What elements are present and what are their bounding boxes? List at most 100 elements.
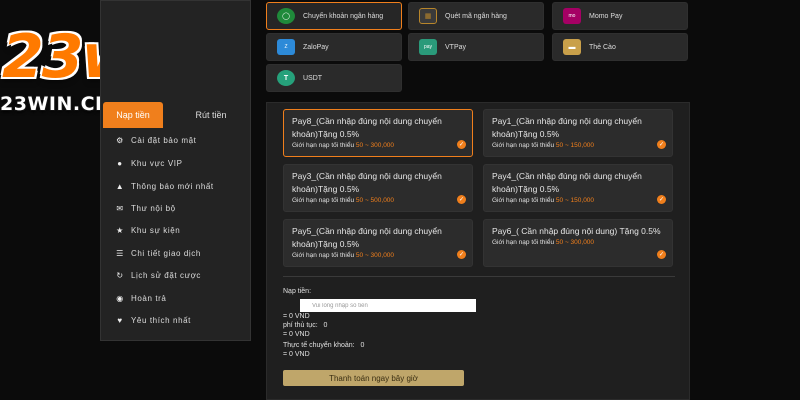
method-label: VTPay — [445, 43, 467, 51]
actual-row: Thực tế chuyển khoản: 0 — [283, 342, 364, 349]
qr-code-icon: ▦ — [419, 8, 437, 24]
limit-label: Giới hạn nạp tối thiểu — [292, 252, 355, 259]
channel-card-pay5[interactable]: Pay5_(Cần nhập đúng nội dung chuyển khoả… — [283, 219, 473, 267]
channel-card-pay3[interactable]: Pay3_(Cần nhập đúng nội dung chuyển khoả… — [283, 164, 473, 212]
limit-label: Giới hạn nạp tối thiểu — [292, 142, 355, 149]
method-label: Quét mã ngân hàng — [445, 12, 507, 20]
limit-label: Giới hạn nạp tối thiểu — [492, 239, 555, 246]
channel-title: Pay6_( Cần nhập đúng nội dung) Tặng 0.5% — [492, 226, 661, 236]
limit-range: 50 ~ 300,000 — [555, 239, 595, 246]
channel-title: Pay4_(Cần nhập đúng nội dung chuyển khoả… — [492, 171, 642, 194]
method-label: Chuyển khoản ngân hàng — [303, 12, 384, 20]
channel-card-pay6[interactable]: Pay6_( Cần nhập đúng nội dung) Tặng 0.5%… — [483, 219, 673, 267]
channel-title: Pay8_(Cần nhập đúng nội dung chuyển khoả… — [292, 116, 442, 139]
tab-deposit[interactable]: Nạp tiền — [103, 102, 163, 128]
channel-card-pay8[interactable]: Pay8_(Cần nhập đúng nội dung chuyển khoả… — [283, 109, 473, 157]
method-bank-qr[interactable]: ▦ Quét mã ngân hàng — [408, 2, 544, 30]
method-label: ZaloPay — [303, 43, 329, 51]
fee-value: 0 — [323, 322, 328, 329]
check-icon: ✓ — [657, 140, 666, 149]
channel-limit: Giới hạn nạp tối thiểu 50 ~ 500,000 — [292, 197, 464, 204]
trophy-icon: ★ — [116, 225, 124, 235]
sidebar-item-label: Khu sự kiện — [131, 225, 181, 235]
pay-now-button[interactable]: Thanh toán ngay bây giờ — [283, 370, 464, 386]
account-sidebar: Nạp tiền Rút tiền ⚙ Cài đặt bảo mật ● Kh… — [100, 0, 251, 341]
sidebar-item-bet-history[interactable]: ↻ Lịch sử đặt cược — [115, 268, 250, 282]
sidebar-item-vip[interactable]: ● Khu vực VIP — [115, 156, 250, 170]
check-icon: ✓ — [457, 195, 466, 204]
fee-label: phí thủ tục: — [283, 322, 318, 329]
channel-limit: Giới hạn nạp tối thiểu 50 ~ 300,000 — [492, 239, 664, 246]
refund-icon: ◉ — [116, 293, 124, 303]
user-gear-icon: ⚙ — [116, 135, 124, 145]
channel-card-pay4[interactable]: Pay4_(Cần nhập đúng nội dung chuyển khoả… — [483, 164, 673, 212]
channel-limit: Giới hạn nạp tối thiểu 50 ~ 150,000 — [492, 142, 664, 149]
sidebar-item-favorites[interactable]: ♥ Yêu thích nhất — [115, 313, 250, 327]
sidebar-item-label: Yêu thích nhất — [131, 315, 191, 325]
check-icon: ✓ — [457, 140, 466, 149]
method-label: USDT — [303, 74, 323, 82]
channel-title: Pay3_(Cần nhập đúng nội dung chuyển khoả… — [292, 171, 442, 194]
sidebar-item-label: Lịch sử đặt cược — [131, 270, 202, 280]
channel-limit: Giới hạn nạp tối thiểu 50 ~ 150,000 — [492, 197, 664, 204]
check-icon: ✓ — [657, 195, 666, 204]
channel-title: Pay1_(Cần nhập đúng nội dung chuyển khoả… — [492, 116, 642, 139]
fee-row: phí thủ tục: 0 — [283, 322, 327, 329]
sidebar-item-news[interactable]: ▲ Thông báo mới nhất — [115, 179, 250, 193]
sidebar-item-label: Thông báo mới nhất — [131, 181, 214, 191]
channel-limit: Giới hạn nạp tối thiểu 50 ~ 300,000 — [292, 142, 464, 149]
amount-label: Nạp tiền: — [283, 288, 312, 295]
limit-range: 50 ~ 300,000 — [355, 252, 395, 259]
channel-limit: Giới hạn nạp tối thiểu 50 ~ 300,000 — [292, 252, 464, 259]
history-icon: ↻ — [116, 270, 124, 280]
users-icon: ● — [117, 158, 123, 168]
limit-label: Giới hạn nạp tối thiểu — [492, 142, 555, 149]
sidebar-item-transactions[interactable]: ☰ Chi tiết giao dịch — [115, 246, 250, 260]
heart-icon: ♥ — [117, 315, 123, 325]
sidebar-item-mail[interactable]: ✉ Thư nội bộ — [115, 201, 250, 215]
check-icon: ✓ — [457, 250, 466, 259]
tab-withdraw[interactable]: Rút tiền — [181, 102, 241, 128]
method-usdt[interactable]: T USDT — [266, 64, 402, 92]
limit-range: 50 ~ 150,000 — [555, 197, 595, 204]
sidebar-item-label: Cài đặt bảo mật — [131, 135, 197, 145]
sidebar-tabs: Nạp tiền Rút tiền — [101, 102, 252, 128]
fee-vnd: = 0 VND — [283, 331, 310, 338]
limit-range: 50 ~ 500,000 — [355, 197, 395, 204]
method-vtpay[interactable]: pay VTPay — [408, 33, 544, 61]
sidebar-item-refund[interactable]: ◉ Hoàn trả — [115, 291, 250, 305]
list-icon: ☰ — [116, 248, 124, 258]
actual-value: 0 — [360, 342, 365, 349]
actual-vnd: = 0 VND — [283, 351, 310, 358]
globe-icon: ◯ — [277, 8, 295, 24]
method-momo[interactable]: mo Momo Pay — [552, 2, 688, 30]
tether-icon: T — [277, 70, 295, 86]
sidebar-item-label: Thư nội bộ — [131, 203, 176, 213]
sidebar-item-label: Hoàn trả — [131, 293, 167, 303]
envelope-icon: ✉ — [116, 203, 124, 213]
divider — [283, 276, 675, 277]
limit-label: Giới hạn nạp tối thiểu — [492, 197, 555, 204]
check-icon: ✓ — [657, 250, 666, 259]
sidebar-item-label: Khu vực VIP — [131, 158, 183, 168]
actual-label: Thực tế chuyển khoản: — [283, 342, 355, 349]
channel-card-pay1[interactable]: Pay1_(Cần nhập đúng nội dung chuyển khoả… — [483, 109, 673, 157]
limit-range: 50 ~ 150,000 — [555, 142, 595, 149]
limit-label: Giới hạn nạp tối thiểu — [292, 197, 355, 204]
zalopay-icon: Z — [277, 39, 295, 55]
sidebar-item-events[interactable]: ★ Khu sự kiện — [115, 223, 250, 237]
method-bank-transfer[interactable]: ◯ Chuyển khoản ngân hàng — [266, 2, 402, 30]
amount-vnd: = 0 VND — [283, 313, 310, 320]
vtpay-icon: pay — [419, 39, 437, 55]
momo-icon: mo — [563, 8, 581, 24]
deposit-panel: Pay8_(Cần nhập đúng nội dung chuyển khoả… — [266, 102, 690, 400]
amount-input[interactable] — [300, 299, 476, 312]
scratch-card-icon: ▬ — [563, 39, 581, 55]
method-label: Thẻ Cào — [589, 43, 616, 51]
method-scratch-card[interactable]: ▬ Thẻ Cào — [552, 33, 688, 61]
sidebar-item-security[interactable]: ⚙ Cài đặt bảo mật — [115, 133, 250, 147]
limit-range: 50 ~ 300,000 — [355, 142, 395, 149]
method-label: Momo Pay — [589, 12, 623, 20]
method-zalopay[interactable]: Z ZaloPay — [266, 33, 402, 61]
sidebar-item-label: Chi tiết giao dịch — [131, 248, 201, 258]
